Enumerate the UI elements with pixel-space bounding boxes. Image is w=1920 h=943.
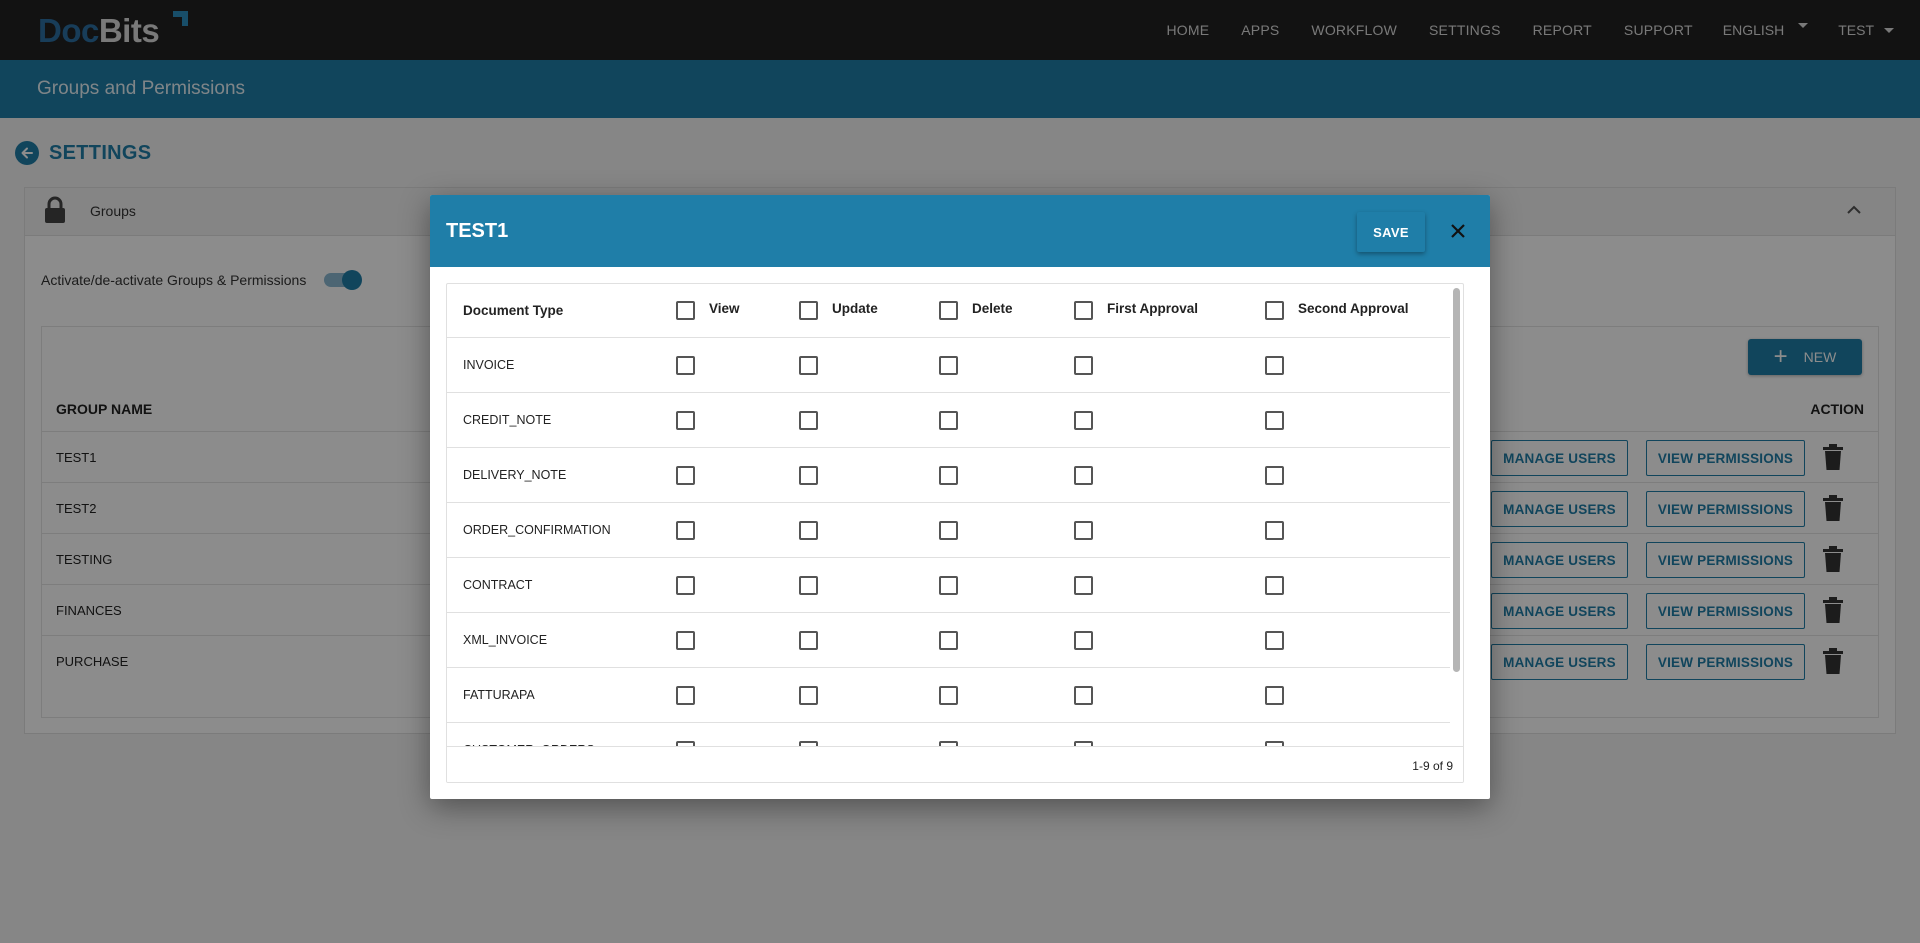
permissions-table: Document Type View Update Delete First A…: [446, 283, 1464, 783]
vertical-scrollbar[interactable]: [1453, 288, 1460, 672]
first-approval-checkbox[interactable]: [1074, 576, 1093, 595]
document-type-name: FATTURAPA: [463, 688, 535, 702]
delete-checkbox[interactable]: [939, 411, 958, 430]
update-checkbox[interactable]: [799, 631, 818, 650]
view-checkbox[interactable]: [676, 466, 695, 485]
delete-checkbox[interactable]: [939, 356, 958, 375]
permissions-footer: 1-9 of 9: [447, 746, 1463, 782]
permission-row: DELIVERY_NOTE: [447, 448, 1450, 503]
view-checkbox[interactable]: [676, 411, 695, 430]
permission-row: CONTRACT: [447, 558, 1450, 613]
dialog-header: TEST1 SAVE: [430, 195, 1490, 267]
update-checkbox[interactable]: [799, 576, 818, 595]
document-type-name: INVOICE: [463, 358, 515, 372]
first-approval-checkbox[interactable]: [1074, 521, 1093, 540]
second-approval-checkbox[interactable]: [1265, 411, 1284, 430]
col-first-approval: First Approval: [1107, 301, 1199, 316]
permission-row: ORDER_CONFIRMATION: [447, 503, 1450, 558]
second-approval-checkbox[interactable]: [1265, 576, 1284, 595]
first-approval-checkbox[interactable]: [1074, 631, 1093, 650]
update-checkbox[interactable]: [799, 521, 818, 540]
permission-row: CREDIT_NOTE: [447, 393, 1450, 448]
document-type-name: CREDIT_NOTE: [463, 413, 552, 427]
update-checkbox[interactable]: [799, 686, 818, 705]
select-all-view-checkbox[interactable]: [676, 301, 695, 320]
document-type-name: ORDER_CONFIRMATION: [463, 523, 611, 537]
dialog-title: TEST1: [446, 220, 509, 242]
delete-checkbox[interactable]: [939, 631, 958, 650]
select-all-delete-checkbox[interactable]: [939, 301, 958, 320]
second-approval-checkbox[interactable]: [1265, 356, 1284, 375]
first-approval-checkbox[interactable]: [1074, 686, 1093, 705]
select-all-second-approval-checkbox[interactable]: [1265, 301, 1284, 320]
col-document-type: Document Type: [463, 303, 564, 318]
first-approval-checkbox[interactable]: [1074, 466, 1093, 485]
view-checkbox[interactable]: [676, 686, 695, 705]
select-all-update-checkbox[interactable]: [799, 301, 818, 320]
second-approval-checkbox[interactable]: [1265, 631, 1284, 650]
update-checkbox[interactable]: [799, 411, 818, 430]
col-update: Update: [832, 301, 878, 316]
document-type-name: DELIVERY_NOTE: [463, 468, 567, 482]
first-approval-checkbox[interactable]: [1074, 356, 1093, 375]
permission-row: INVOICE: [447, 338, 1450, 393]
update-checkbox[interactable]: [799, 356, 818, 375]
view-checkbox[interactable]: [676, 631, 695, 650]
permission-row: XML_INVOICE: [447, 613, 1450, 668]
first-approval-checkbox[interactable]: [1074, 411, 1093, 430]
view-checkbox[interactable]: [676, 576, 695, 595]
col-delete: Delete: [972, 301, 1013, 316]
second-approval-checkbox[interactable]: [1265, 521, 1284, 540]
delete-checkbox[interactable]: [939, 686, 958, 705]
permissions-dialog: TEST1 SAVE Document Type View Update Del…: [430, 195, 1490, 799]
delete-checkbox[interactable]: [939, 521, 958, 540]
col-view: View: [709, 301, 740, 316]
permissions-scroll-area[interactable]: Document Type View Update Delete First A…: [447, 284, 1463, 746]
document-type-name: XML_INVOICE: [463, 633, 548, 647]
close-icon[interactable]: [1447, 220, 1469, 242]
select-all-first-approval-checkbox[interactable]: [1074, 301, 1093, 320]
view-checkbox[interactable]: [676, 356, 695, 375]
pagination-range: 1-9 of 9: [1412, 759, 1453, 773]
document-type-name: CONTRACT: [463, 578, 533, 592]
second-approval-checkbox[interactable]: [1265, 466, 1284, 485]
col-second-approval: Second Approval: [1298, 301, 1409, 316]
delete-checkbox[interactable]: [939, 576, 958, 595]
permissions-header-row: Document Type View Update Delete First A…: [447, 284, 1450, 338]
view-checkbox[interactable]: [676, 521, 695, 540]
permission-row: FATTURAPA: [447, 668, 1450, 723]
delete-checkbox[interactable]: [939, 466, 958, 485]
update-checkbox[interactable]: [799, 466, 818, 485]
save-button[interactable]: SAVE: [1357, 212, 1425, 252]
permission-row: CUSTOMER_ORDERS: [447, 723, 1450, 746]
second-approval-checkbox[interactable]: [1265, 686, 1284, 705]
